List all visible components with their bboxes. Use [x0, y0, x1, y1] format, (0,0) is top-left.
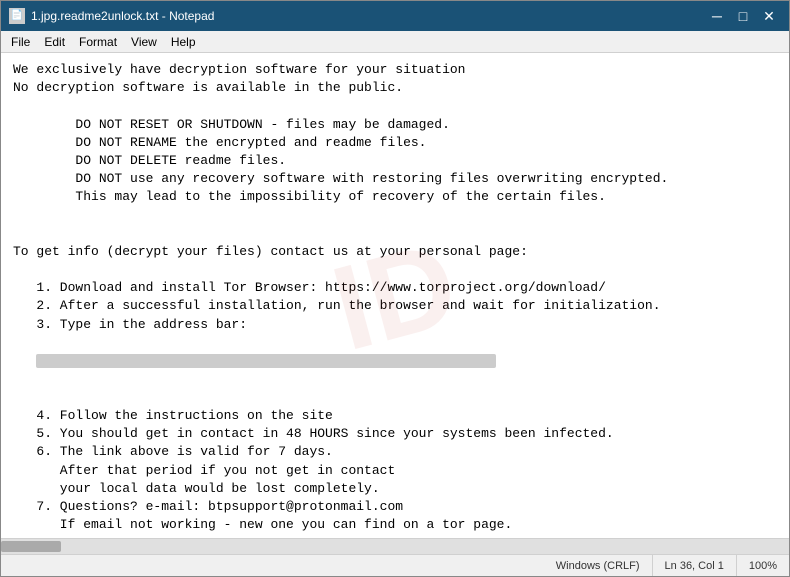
maximize-button[interactable]: □ [731, 6, 755, 26]
title-bar: 📄 1.jpg.readme2unlock.txt - Notepad ─ □ … [1, 1, 789, 31]
menu-edit[interactable]: Edit [38, 33, 71, 51]
minimize-button[interactable]: ─ [705, 6, 729, 26]
window-title: 1.jpg.readme2unlock.txt - Notepad [31, 9, 214, 23]
main-window: 📄 1.jpg.readme2unlock.txt - Notepad ─ □ … [0, 0, 790, 577]
zoom-status: 100% [737, 555, 789, 576]
menu-help[interactable]: Help [165, 33, 202, 51]
notepad-icon: 📄 [9, 8, 25, 24]
encoding-status: Windows (CRLF) [544, 555, 653, 576]
menu-file[interactable]: File [5, 33, 36, 51]
scrollbar-track[interactable] [1, 539, 789, 554]
menu-view[interactable]: View [125, 33, 163, 51]
horizontal-scrollbar[interactable] [1, 538, 789, 554]
text-body: We exclusively have decryption software … [13, 61, 777, 538]
blurred-url [36, 354, 496, 368]
scrollbar-thumb[interactable] [1, 541, 61, 552]
status-bar: Windows (CRLF) Ln 36, Col 1 100% [1, 554, 789, 576]
text-content[interactable]: ID We exclusively have decryption softwa… [1, 53, 789, 538]
menu-format[interactable]: Format [73, 33, 123, 51]
menu-bar: File Edit Format View Help [1, 31, 789, 53]
position-status: Ln 36, Col 1 [653, 555, 737, 576]
close-button[interactable]: ✕ [757, 6, 781, 26]
title-bar-left: 📄 1.jpg.readme2unlock.txt - Notepad [9, 8, 214, 24]
title-bar-controls: ─ □ ✕ [705, 6, 781, 26]
